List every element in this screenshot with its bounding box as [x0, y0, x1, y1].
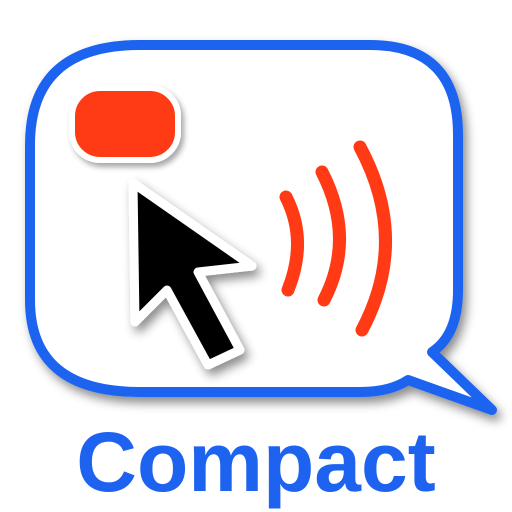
record-dot-shape	[69, 85, 181, 163]
record-dot-icon	[69, 85, 181, 163]
app-name-label: Compact	[76, 415, 436, 509]
